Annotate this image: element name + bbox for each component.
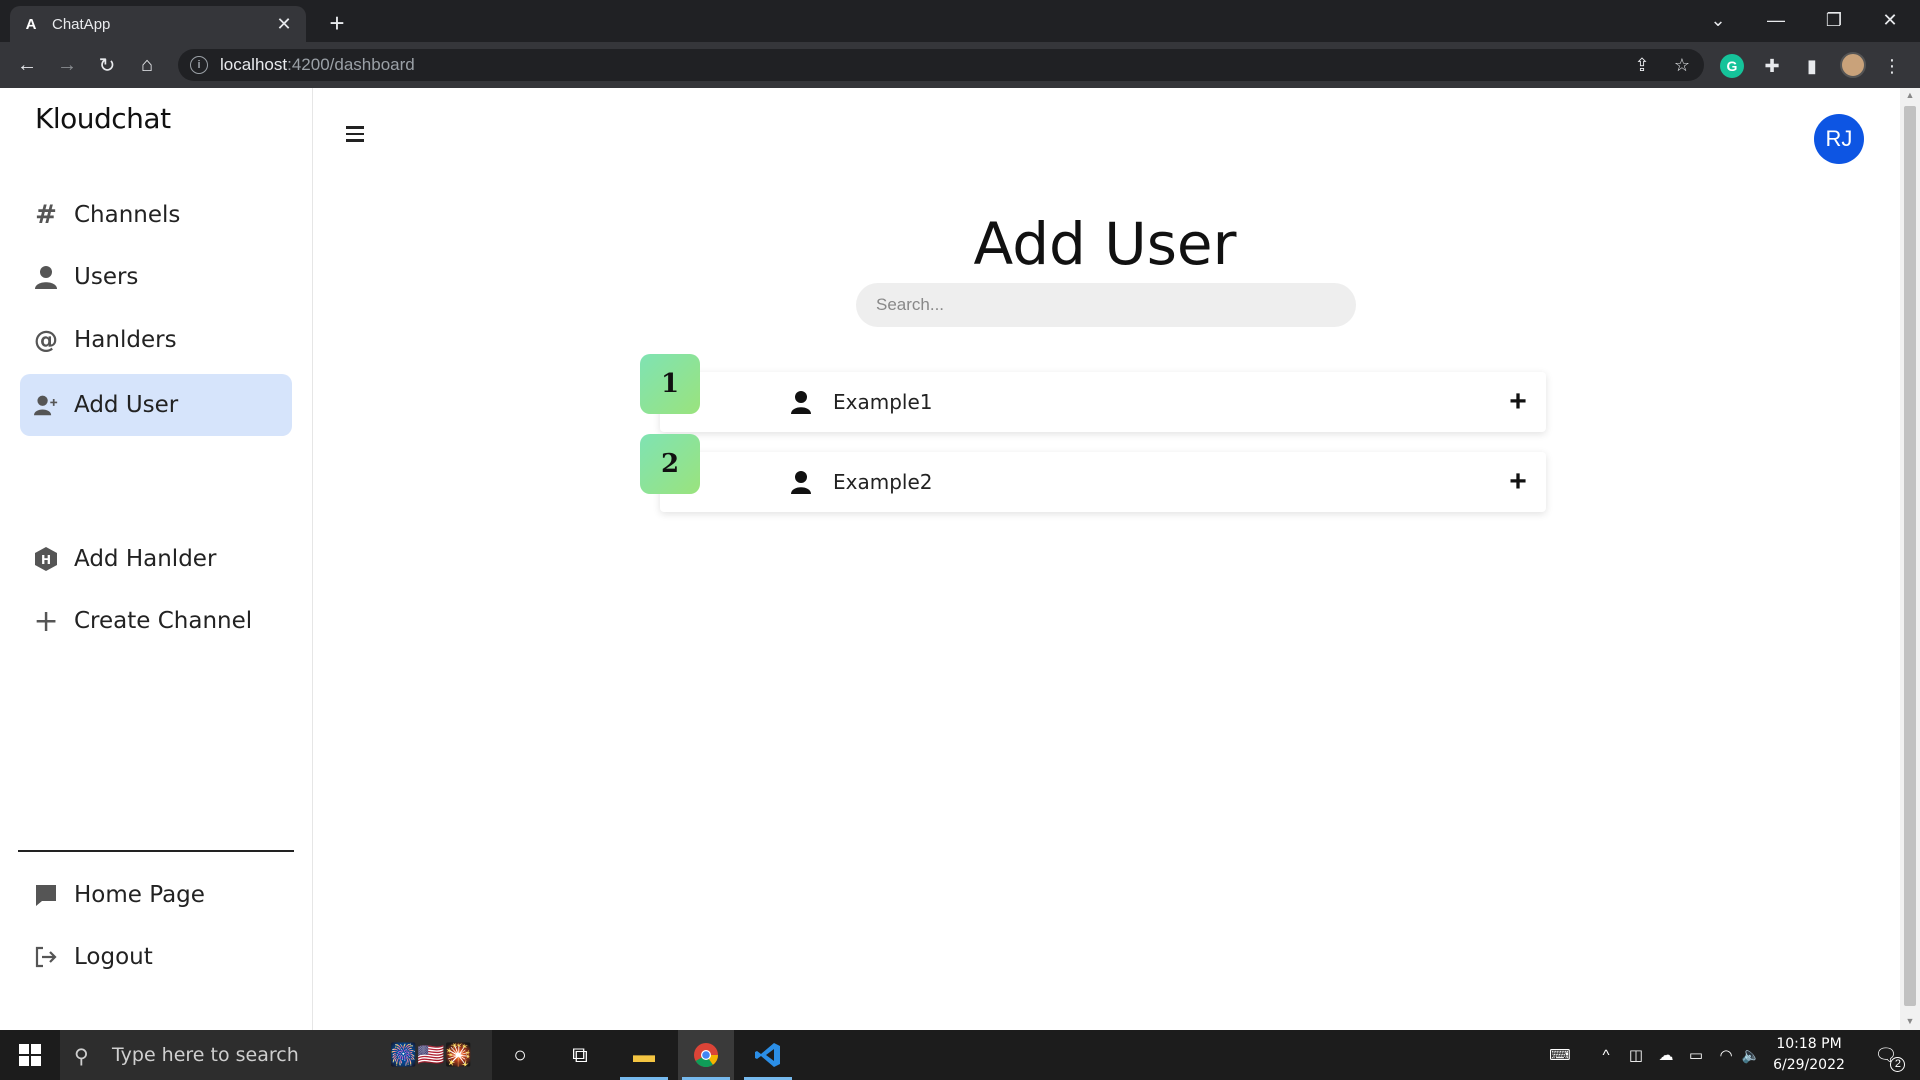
user-name: Example2 (833, 470, 933, 494)
sidebar-item-channels[interactable]: # Channels (20, 184, 292, 246)
extensions-puzzle-icon[interactable]: ✚ (1760, 54, 1784, 78)
user-avatar[interactable]: RJ (1814, 114, 1864, 164)
minimize-button[interactable]: — (1748, 0, 1804, 40)
sidebar-item-label: Channels (74, 202, 181, 228)
wifi-icon[interactable]: ◠ (1712, 1030, 1740, 1080)
user-index-badge: 2 (640, 434, 700, 494)
search-input[interactable] (856, 283, 1356, 327)
meet-now-icon[interactable]: ◫ (1622, 1030, 1650, 1080)
back-button[interactable]: ← (12, 50, 42, 80)
hexagon-h-icon: H (34, 547, 58, 571)
keyboard-layout-icon[interactable]: ⌨ (1540, 1030, 1580, 1080)
sidebar-item-label: Hanlders (74, 327, 177, 353)
browser-tab[interactable]: A ChatApp ✕ (10, 6, 306, 42)
search-icon: ⚲ (74, 1044, 89, 1068)
sidebar-item-label: Add User (74, 392, 179, 418)
sidebar-divider (18, 850, 294, 852)
user-name: Example1 (833, 390, 933, 414)
taskbar-clock[interactable]: 10:18 PM 6/29/2022 (1764, 1034, 1854, 1076)
user-list-item: 2 Example2 + (640, 434, 1546, 512)
angular-favicon-icon: A (25, 15, 37, 33)
page-scrollbar[interactable]: ▲ ▼ (1900, 88, 1920, 1030)
user-icon (34, 265, 58, 289)
home-button[interactable]: ⌂ (132, 50, 162, 80)
sidebar-item-users[interactable]: Users (20, 246, 292, 308)
address-bar[interactable]: i localhost:4200/dashboard (178, 49, 1704, 81)
task-view-icon[interactable]: ⧉ (552, 1030, 608, 1080)
volume-icon[interactable]: 🔈 (1738, 1030, 1764, 1080)
scroll-up-arrow-icon[interactable]: ▲ (1905, 90, 1915, 100)
forward-button[interactable]: → (52, 50, 82, 80)
page-title: Add User (973, 210, 1237, 278)
sidebar-item-label: Home Page (74, 882, 205, 908)
vscode-icon[interactable] (740, 1030, 796, 1080)
logout-icon (34, 945, 58, 969)
windows-taskbar: ⚲ Type here to search 🎆🇺🇸🎇 ○ ⧉ ▬ ⌨ ^ ◫ ☁… (0, 1030, 1920, 1080)
svg-text:H: H (41, 553, 51, 567)
close-window-button[interactable]: ✕ (1862, 0, 1918, 40)
cortana-icon[interactable]: ○ (492, 1030, 548, 1080)
reload-button[interactable]: ↻ (92, 50, 122, 80)
chat-bubble-icon (34, 883, 58, 907)
sidebar-item-add-handler[interactable]: H Add Hanlder (20, 528, 292, 590)
hash-icon: # (35, 200, 57, 230)
clock-date: 6/29/2022 (1773, 1057, 1845, 1073)
close-tab-icon[interactable]: ✕ (274, 14, 294, 34)
fireworks-flag-icon: 🎆🇺🇸🎇 (389, 1042, 472, 1068)
sidebar-item-label: Add Hanlder (74, 546, 217, 572)
sidebar-item-home-page[interactable]: Home Page (20, 864, 292, 926)
sidebar-item-label: Create Channel (74, 608, 253, 634)
scroll-down-arrow-icon[interactable]: ▼ (1905, 1016, 1915, 1026)
at-icon: @ (34, 326, 58, 354)
scrollbar-thumb[interactable] (1904, 106, 1916, 1006)
brand-logo: Kloudchat (35, 102, 171, 135)
app-page: Kloudchat # Channels Users @ Hanlders Ad… (0, 88, 1920, 1030)
restore-button[interactable]: ❐ (1806, 0, 1862, 40)
bookmark-star-icon[interactable]: ☆ (1668, 51, 1696, 79)
plus-icon: + (33, 603, 59, 639)
url-path: :4200/dashboard (287, 55, 415, 74)
browser-menu-icon[interactable]: ⋮ (1880, 54, 1904, 78)
site-info-icon[interactable]: i (190, 56, 208, 74)
add-user-button[interactable]: + (1502, 465, 1534, 498)
tab-search-icon[interactable]: ⌄ (1690, 0, 1746, 40)
side-panel-icon[interactable]: ▮ (1800, 54, 1824, 78)
chrome-icon[interactable] (678, 1030, 734, 1080)
browser-tab-bar: A ChatApp ✕ + ⌄ — ❐ ✕ (0, 0, 1920, 42)
profile-avatar-icon[interactable] (1840, 52, 1866, 78)
url-host: localhost (220, 55, 288, 74)
taskbar-search-placeholder: Type here to search (112, 1044, 299, 1066)
share-icon[interactable]: ⇪ (1628, 51, 1656, 79)
add-user-button[interactable]: + (1502, 385, 1534, 418)
menu-toggle-icon[interactable] (346, 126, 368, 144)
onedrive-cloud-icon[interactable]: ☁ (1652, 1030, 1680, 1080)
sidebar-item-handlers[interactable]: @ Hanlders (20, 309, 292, 371)
sidebar-item-label: Logout (74, 944, 153, 970)
tab-title: ChatApp (52, 15, 111, 33)
new-tab-button[interactable]: + (322, 8, 352, 38)
user-list-item: 1 Example1 + (640, 354, 1546, 432)
user-icon (791, 471, 811, 494)
battery-icon[interactable]: ▭ (1682, 1030, 1710, 1080)
user-icon (791, 391, 811, 414)
taskbar-search-box[interactable]: ⚲ Type here to search 🎆🇺🇸🎇 (60, 1030, 492, 1080)
clock-time: 10:18 PM (1776, 1036, 1842, 1052)
sidebar-item-logout[interactable]: Logout (20, 926, 292, 988)
sidebar-item-create-channel[interactable]: + Create Channel (20, 590, 292, 652)
notification-count: 2 (1890, 1056, 1906, 1072)
user-plus-icon (34, 393, 58, 417)
sidebar-item-label: Users (74, 264, 139, 290)
browser-toolbar: ← → ↻ ⌂ i localhost:4200/dashboard ⇪ ☆ G… (0, 42, 1920, 88)
tray-overflow-icon[interactable]: ^ (1592, 1030, 1620, 1080)
sidebar: Kloudchat # Channels Users @ Hanlders Ad… (0, 88, 313, 1030)
user-index-badge: 1 (640, 354, 700, 414)
grammarly-extension-icon[interactable]: G (1720, 54, 1744, 78)
windows-logo-icon (19, 1044, 41, 1066)
sidebar-item-add-user[interactable]: Add User (20, 374, 292, 436)
windows-start-button[interactable] (0, 1030, 60, 1080)
file-explorer-icon[interactable]: ▬ (616, 1030, 672, 1080)
notification-center-icon[interactable]: 🗨 2 (1866, 1030, 1906, 1080)
